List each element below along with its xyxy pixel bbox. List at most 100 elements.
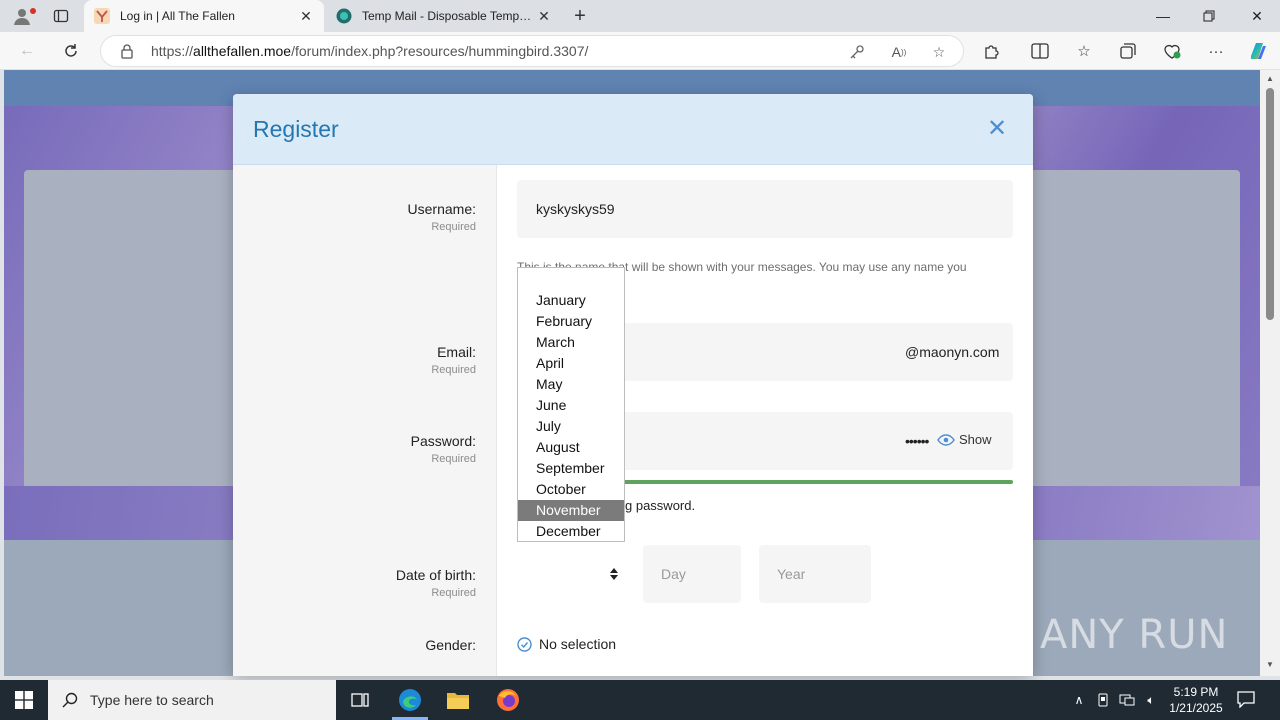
key-icon[interactable] <box>847 42 867 62</box>
month-option[interactable]: October <box>518 479 624 500</box>
split-screen-icon[interactable] <box>1028 40 1052 62</box>
close-icon[interactable]: ✕ <box>985 115 1009 142</box>
username-required: Required <box>431 221 476 233</box>
eye-icon <box>937 433 955 446</box>
register-modal: Register ✕ Username: Required kyskyskys5… <box>233 94 1033 676</box>
minimize-icon[interactable]: — <box>1140 0 1186 32</box>
browser-toolbar: ← https://allthefallen.moe/forum/index.p… <box>0 32 1280 70</box>
check-circle-icon <box>517 636 532 652</box>
username-label: Username: <box>407 201 476 217</box>
dob-day-input[interactable]: Day <box>643 545 741 603</box>
month-option[interactable]: February <box>518 311 624 332</box>
month-option-highlighted[interactable]: November <box>518 500 624 521</box>
gender-label: Gender: <box>425 637 476 653</box>
anyrun-watermark: ANY RUN <box>1040 612 1228 658</box>
url-prefix: https:// <box>151 43 194 59</box>
back-icon[interactable]: ← <box>14 39 40 63</box>
password-value: •••••• <box>905 433 929 449</box>
notification-icon[interactable] <box>1236 690 1258 710</box>
gender-value: No selection <box>539 636 617 652</box>
month-option[interactable]: April <box>518 353 624 374</box>
url-text[interactable]: https://allthefallen.moe/forum/index.php… <box>151 43 588 59</box>
favorite-star-icon[interactable]: ☆ <box>929 42 949 62</box>
year-placeholder: Year <box>777 566 806 582</box>
tab-title: Log in | All The Fallen <box>120 9 235 23</box>
month-option[interactable]: September <box>518 458 624 479</box>
month-option[interactable]: June <box>518 395 624 416</box>
taskbar-clock[interactable]: 5:19 PM 1/21/2025 <box>1164 684 1228 716</box>
collections-icon[interactable] <box>1116 40 1140 62</box>
tray-chevron-icon[interactable]: ∧ <box>1070 692 1088 708</box>
network-icon[interactable] <box>1118 692 1136 708</box>
window-close-icon[interactable]: ✕ <box>1234 0 1280 32</box>
lock-icon[interactable] <box>119 43 135 59</box>
url-path: /forum/index.php?resources/hummingbird.3… <box>291 43 589 59</box>
tab-allthefallen[interactable]: Log in | All The Fallen ✕ <box>84 0 324 32</box>
gender-option-no-selection[interactable]: No selection <box>517 636 616 652</box>
show-password-button[interactable]: Show <box>937 432 992 447</box>
close-tab-icon[interactable]: ✕ <box>298 8 314 24</box>
month-option[interactable]: July <box>518 416 624 437</box>
read-aloud-icon[interactable]: A)) <box>889 42 909 62</box>
show-label: Show <box>959 432 992 447</box>
scroll-down-icon[interactable]: ▼ <box>1264 660 1276 672</box>
username-value: kyskyskys59 <box>536 201 615 217</box>
username-input[interactable]: kyskyskys59 <box>517 180 1013 238</box>
windows-start-icon[interactable] <box>0 680 48 720</box>
month-option[interactable]: December <box>518 521 624 542</box>
page-scrollbar[interactable]: ▲ ▼ <box>1260 70 1280 676</box>
tab-actions-icon[interactable] <box>48 4 74 28</box>
file-explorer-icon[interactable] <box>434 680 482 720</box>
refresh-icon[interactable] <box>58 39 84 63</box>
url-domain: allthefallen.moe <box>193 43 292 59</box>
watermark-text: ANY RUN <box>1040 612 1229 658</box>
email-required: Required <box>431 364 476 376</box>
email-label: Email: <box>437 344 476 360</box>
password-label: Password: <box>410 433 476 449</box>
favorites-icon[interactable]: ☆ <box>1072 40 1096 62</box>
search-placeholder: Type here to search <box>90 692 214 708</box>
extensions-icon[interactable] <box>980 40 1004 62</box>
search-icon <box>62 692 78 708</box>
dob-month-select[interactable] <box>517 545 629 603</box>
taskbar-search-box[interactable]: Type here to search <box>48 680 336 720</box>
month-option[interactable]: August <box>518 437 624 458</box>
month-option[interactable]: March <box>518 332 624 353</box>
copilot-icon[interactable] <box>1246 40 1270 62</box>
windows-taskbar: Type here to search ∧ 🔈︎ 5:19 PM 1/21/20… <box>0 680 1280 720</box>
firefox-icon[interactable] <box>484 680 532 720</box>
scroll-up-icon[interactable]: ▲ <box>1264 74 1276 86</box>
day-placeholder: Day <box>661 566 686 582</box>
close-tab-icon[interactable]: ✕ <box>536 8 552 24</box>
modal-title: Register <box>253 116 339 142</box>
scroll-thumb[interactable] <box>1266 88 1274 320</box>
password-strength-text: g password. <box>625 498 696 513</box>
month-option[interactable]: May <box>518 374 624 395</box>
tab-title: Temp Mail - Disposable Temporary Email <box>362 9 536 23</box>
browser-tab-bar: Log in | All The Fallen ✕ Temp Mail - Di… <box>0 0 1280 32</box>
profile-avatar-icon[interactable] <box>8 4 36 28</box>
month-dropdown-list[interactable]: January February March April May June Ju… <box>517 267 625 542</box>
clock-time: 5:19 PM <box>1173 685 1219 699</box>
tray-device-icon[interactable] <box>1094 692 1112 708</box>
edge-taskbar-icon[interactable] <box>386 680 434 720</box>
address-bar[interactable]: https://allthefallen.moe/forum/index.php… <box>100 35 964 67</box>
email-value: @maonyn.com <box>905 344 1000 360</box>
dob-required: Required <box>431 587 476 599</box>
password-required: Required <box>431 453 476 465</box>
volume-icon[interactable]: 🔈︎ <box>1142 692 1160 708</box>
dob-label: Date of birth: <box>395 567 476 583</box>
browser-essentials-icon[interactable] <box>1160 40 1184 62</box>
dob-year-input[interactable]: Year <box>759 545 871 603</box>
new-tab-icon[interactable]: + <box>568 4 592 28</box>
modal-header: Register ✕ <box>233 94 1033 165</box>
more-options-icon[interactable]: ··· <box>1204 40 1228 62</box>
month-option[interactable]: January <box>518 290 624 311</box>
task-view-icon[interactable] <box>336 680 384 720</box>
tab-temp-mail[interactable]: Temp Mail - Disposable Temporary Email ✕ <box>326 0 562 32</box>
temp-mail-favicon-icon <box>336 8 352 24</box>
restore-icon[interactable] <box>1186 0 1232 32</box>
label-column <box>233 165 497 676</box>
clock-date: 1/21/2025 <box>1169 701 1223 715</box>
allthefallen-favicon-icon <box>94 8 110 24</box>
